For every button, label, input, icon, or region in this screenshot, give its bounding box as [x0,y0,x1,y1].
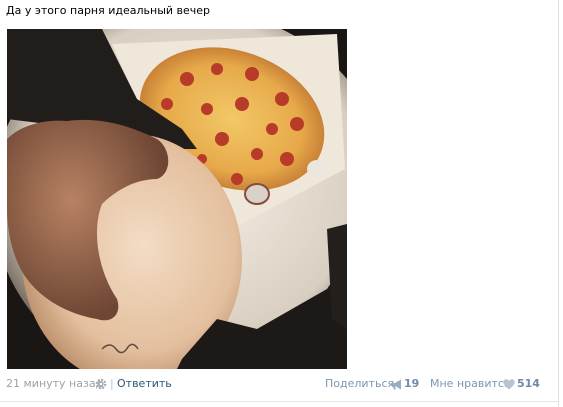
like-count: 514 [517,377,540,390]
post-footer: 21 минуту назад | Ответить Поделиться 19… [0,375,558,393]
share-count: 19 [404,377,420,390]
share-label: Поделиться [325,377,395,390]
post-photo[interactable] [7,29,347,369]
post-divider [0,401,558,402]
column-border [558,0,559,407]
like-button[interactable]: Мне нравится 514 [430,375,540,393]
like-label: Мне нравится [430,377,511,390]
post-text: Да у этого парня идеальный вечер [6,4,211,17]
megaphone-icon [391,379,401,390]
footer-separator: | [110,377,114,390]
heart-icon [503,379,515,390]
share-button[interactable]: Поделиться 19 [325,375,419,393]
wall-post: Да у этого парня идеальный вечер 21 мину… [0,0,563,407]
gear-icon[interactable] [95,378,107,390]
post-timestamp[interactable]: 21 минуту назад [6,375,103,393]
reply-link[interactable]: Ответить [117,375,172,393]
photo-image [7,29,347,369]
